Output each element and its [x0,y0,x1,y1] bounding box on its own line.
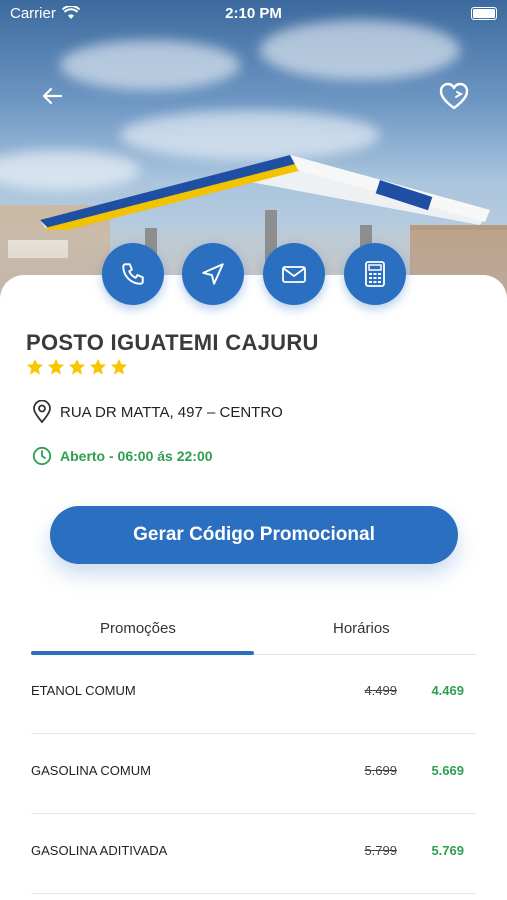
status-bar: Carrier 2:10 PM [0,0,507,28]
promo-price: 5.769 [431,843,464,858]
heart-icon [439,82,469,110]
address-row: RUA DR MATTA, 497 – CENTRO [32,400,283,424]
old-price: 5.699 [364,763,397,778]
navigation-icon [202,263,224,285]
phone-icon [122,263,144,285]
fuel-name: ETANOL COMUM [31,683,136,698]
clock-time: 2:10 PM [225,5,282,22]
back-button[interactable] [32,76,72,116]
price-row: GASOLINA ADITIVADA 5.799 5.769 [31,813,476,894]
back-arrow-icon [42,87,63,105]
old-price: 5.799 [364,843,397,858]
mail-icon [282,266,306,283]
action-buttons [0,243,507,307]
star-icon [26,358,44,375]
rating-stars [26,358,128,376]
star-icon [89,358,107,375]
directions-button[interactable] [182,243,244,305]
tab-horarios[interactable]: Horários [333,620,390,637]
call-button[interactable] [102,243,164,305]
battery-icon [471,7,497,20]
favorite-button[interactable] [434,76,474,116]
generate-promo-code-button[interactable]: Gerar Código Promocional [50,506,458,564]
star-icon [110,358,128,375]
promo-price: 4.469 [431,683,464,698]
price-row: GASOLINA COMUM 5.699 5.669 [31,733,476,814]
hours-row: Aberto - 06:00 ás 22:00 [32,446,213,466]
location-pin-icon [33,400,51,424]
clock-icon [32,446,52,466]
calculator-icon [365,261,385,287]
tab-bar: Promoções Horários [31,612,476,655]
address-text: RUA DR MATTA, 497 – CENTRO [60,403,283,421]
station-name: POSTO IGUATEMI CAJURU [26,330,319,355]
promo-price: 5.669 [431,763,464,778]
calculator-button[interactable] [344,243,406,305]
hours-text: Aberto - 06:00 ás 22:00 [60,448,213,464]
email-button[interactable] [263,243,325,305]
star-icon [47,358,65,375]
fuel-name: GASOLINA ADITIVADA [31,843,168,858]
star-icon [68,358,86,375]
old-price: 4.499 [364,683,397,698]
tab-promocoes[interactable]: Promoções [100,620,176,637]
price-row: ETANOL COMUM 4.499 4.469 [31,653,476,734]
fuel-name: GASOLINA COMUM [31,763,151,778]
